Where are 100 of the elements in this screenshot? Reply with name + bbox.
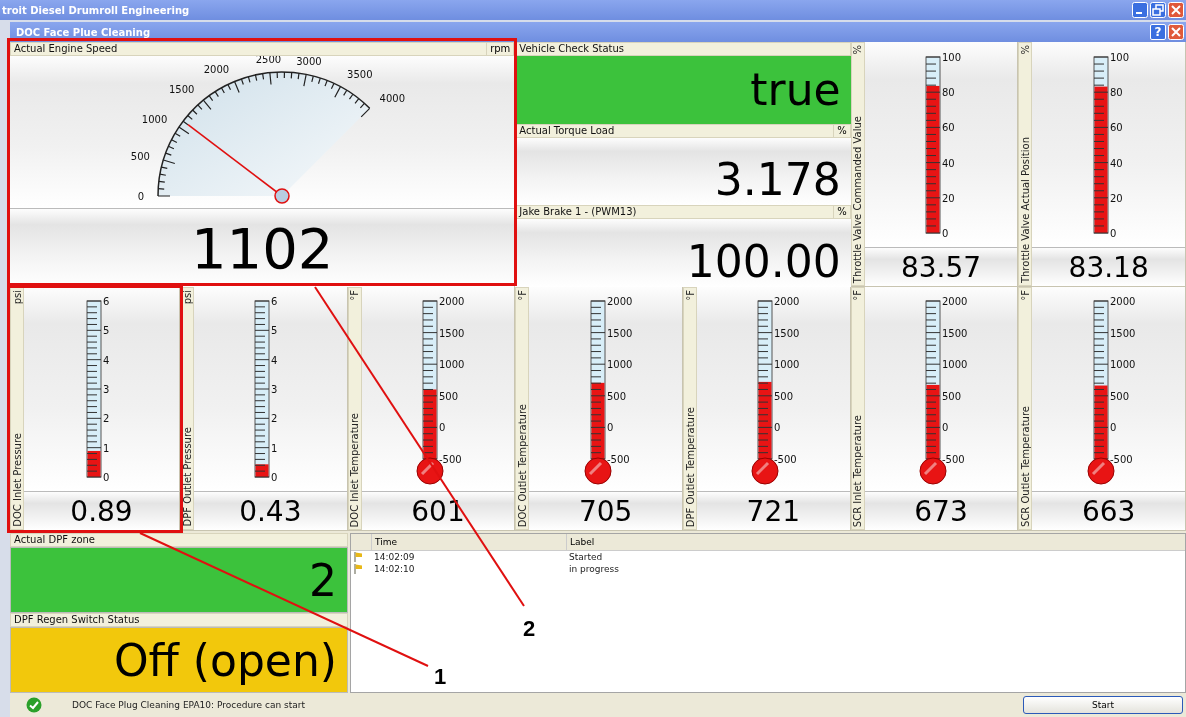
scale-label: 500 [942, 390, 962, 402]
scale-label: 2500 [255, 56, 282, 65]
scale-label: 500 [130, 150, 150, 162]
scale-label: 6 [271, 296, 278, 307]
panel-title: Jake Brake 1 - (PWM13) [517, 206, 637, 219]
procedure-title: DOC Face Plue Cleaning [15, 26, 151, 38]
meter-label: Throttle Valve Actual Position [1019, 135, 1031, 285]
scale-label: -500 [1109, 454, 1133, 465]
scale-label: 0 [1109, 227, 1117, 239]
scale-label: 2 [271, 413, 278, 425]
scale-label: 1 [271, 442, 278, 454]
restore-icon[interactable] [1150, 2, 1166, 18]
scale-label: 4000 [379, 93, 406, 105]
status-value: true [750, 64, 842, 116]
table-cell-text: 14:02:10 [373, 564, 416, 574]
table-cell-text: Started [569, 552, 604, 562]
scale-label: 60 [1109, 121, 1123, 133]
scale-label: 500 [774, 390, 794, 402]
scale-label: 0 [606, 422, 614, 434]
meter-value: 721 [746, 494, 801, 528]
panel-title: Actual DPF zone [13, 534, 96, 546]
scale-label: 1500 [1109, 327, 1136, 339]
scale-label: 3000 [296, 56, 322, 67]
unit-label: % [833, 124, 850, 137]
minimize-icon[interactable] [1132, 2, 1148, 18]
scale-label: 4 [271, 354, 278, 366]
meter-label: DOC Inlet Temperature [349, 411, 361, 529]
unit-label: % [852, 44, 864, 57]
meter-value: 0.43 [239, 494, 302, 528]
scale-label: 1000 [774, 359, 800, 371]
scale-label: 40 [942, 157, 955, 169]
scale-label: 500 [439, 390, 459, 402]
unit-label: °F [349, 289, 361, 303]
scale-label: 0 [774, 422, 781, 434]
scale-label: 3 [271, 384, 278, 395]
meter-value: 663 [1081, 494, 1136, 528]
scale-label: -500 [942, 454, 965, 465]
panel-title: DPF Regen Switch Status [13, 614, 140, 626]
scale-label: 2000 [606, 296, 633, 307]
unit-label: °F [852, 289, 864, 303]
table-cell-text: in progress [569, 564, 620, 574]
meter-value: 0.89 [70, 494, 133, 528]
scale-label: 20 [942, 192, 955, 204]
scale-label: 4 [102, 354, 109, 366]
scale-label: 60 [942, 121, 955, 133]
start-button[interactable]: Start [1023, 696, 1183, 714]
meter-label: DPF Outlet Temperature [684, 405, 696, 529]
meter-label: DOC Inlet Pressure [11, 432, 23, 529]
scale-label: 2 [102, 413, 109, 425]
unit-label: % [1019, 44, 1031, 57]
meter-label: DOC Outlet Temperature [516, 402, 528, 529]
status-message: DOC Face Plug Cleaning EPA10: Procedure can start [72, 700, 306, 710]
scale-label: 1500 [774, 327, 800, 339]
scale-label: 20 [1109, 192, 1123, 204]
scale-label: 0 [102, 472, 109, 483]
help-button[interactable]: ? [1150, 24, 1166, 40]
scale-label: 80 [1109, 86, 1123, 98]
close-icon[interactable] [1168, 24, 1184, 40]
scale-label: -500 [439, 454, 462, 465]
unit-label: °F [684, 289, 696, 303]
scale-label: 1000 [439, 359, 465, 371]
callout-number: 2 [523, 616, 536, 642]
scale-label: 0 [942, 422, 949, 434]
scale-label: 80 [942, 86, 955, 98]
scale-label: 2000 [203, 63, 230, 75]
table-cell-text: 14:02:09 [373, 552, 416, 562]
panel-title: Vehicle Check Status [518, 43, 625, 55]
unit-label: psi [11, 289, 23, 307]
panel-title: Actual Torque Load [518, 124, 615, 137]
close-icon[interactable] [1168, 2, 1184, 18]
scale-label: 1500 [606, 327, 633, 339]
scale-label: 2000 [439, 296, 465, 307]
scale-label: 0 [439, 422, 446, 434]
status-value: Off (open) [113, 634, 338, 686]
meter-label: SCR Inlet Temperature [852, 413, 864, 529]
scale-label: -500 [774, 454, 798, 465]
scale-label: 2000 [942, 296, 968, 307]
scale-label: 1000 [942, 359, 968, 371]
meter-label: Throttle Valve Commanded Value [852, 114, 864, 285]
scale-label: 100 [942, 51, 962, 63]
engine-speed-value: 1102 [190, 215, 334, 281]
scale-label: -500 [606, 454, 630, 465]
check-icon [26, 697, 42, 713]
scale-label: 500 [606, 390, 626, 402]
meter-label: SCR Outlet Temperature [1019, 405, 1031, 529]
flag-icon [354, 552, 364, 562]
scale-label: 1000 [1109, 359, 1136, 371]
scale-label: 40 [1109, 157, 1123, 169]
unit-label: psi [181, 289, 193, 307]
scale-label: 3500 [347, 69, 373, 81]
meter-label: DPF Outlet Pressure [181, 426, 193, 529]
scale-label: 100 [1109, 51, 1129, 63]
column-header[interactable]: Label [566, 534, 766, 550]
status-value: 2 [309, 554, 338, 606]
scale-label: 0 [1109, 422, 1117, 434]
meter-value: 601 [411, 494, 465, 528]
scale-label: 500 [1109, 390, 1129, 402]
scale-label: 2000 [1109, 296, 1136, 307]
unit-label: % [833, 206, 850, 219]
column-header[interactable]: Time [371, 534, 566, 550]
